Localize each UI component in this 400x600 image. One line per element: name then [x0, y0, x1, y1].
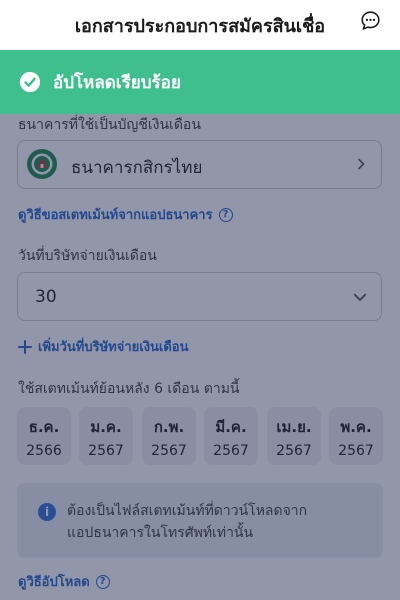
kbank-logo [27, 149, 57, 179]
month-name: พ.ค. [340, 418, 372, 436]
bank-select[interactable]: ธนาคารกสิกรไทย [17, 140, 382, 189]
info-line-1: ต้องเป็นไฟล์สเตทเม้นท์ที่ดาวน์โหลดจาก [67, 503, 308, 519]
month-chip: ม.ค. 2567 [79, 407, 133, 465]
plus-icon [18, 339, 32, 354]
info-line-2: แอปธนาคารในโทรศัพท์เท่านั้น [67, 525, 254, 541]
upload-howto-link[interactable]: ดูวิธีอัปโหลด ? [18, 571, 110, 592]
success-toast: อัปโหลดเรียบร้อย [0, 50, 400, 114]
month-name: ม.ค. [90, 418, 122, 436]
payday-select[interactable]: 30 [17, 272, 382, 321]
month-year: 2567 [151, 443, 187, 459]
month-chip: เม.ย. 2567 [267, 407, 321, 465]
bank-label: ธนาคารที่ใช้เป็นบัญชีเงินเดือน [18, 117, 201, 133]
statement-label: ใช้สเตทเม้นท์ย้อนหลัง 6 เดือน ตามนี้ [18, 381, 240, 397]
payday-value: 30 [35, 287, 57, 307]
statement-months: ธ.ค. 2566 ม.ค. 2567 ก.พ. 2567 มี.ค. 2567… [17, 407, 383, 465]
info-box: i ต้องเป็นไฟล์สเตทเม้นท์ที่ดาวน์โหลดจาก … [17, 483, 383, 558]
chevron-right-icon [358, 158, 365, 170]
chevron-down-icon [353, 293, 367, 301]
month-year: 2567 [276, 443, 312, 459]
month-year: 2567 [213, 443, 249, 459]
month-chip: มี.ค. 2567 [204, 407, 258, 465]
upload-howto-text: ดูวิธีอัปโหลด [18, 575, 90, 590]
page-title: เอกสารประกอบการสมัครสินเชื่อ [74, 16, 326, 37]
add-payday-text: เพิ่มวันที่บริษัทจ่ายเงินเดือน [38, 340, 189, 355]
month-chip: ธ.ค. 2566 [17, 407, 71, 465]
month-year: 2567 [88, 443, 124, 459]
month-chip: พ.ค. 2567 [329, 407, 383, 465]
month-name: ธ.ค. [28, 418, 60, 436]
help-icon: ? [95, 574, 110, 589]
bank-statement-howto-link[interactable]: ดูวิธีขอสเตทเม้นท์จากแอปธนาคาร ? [18, 204, 233, 225]
help-icon: ? [218, 207, 233, 222]
toast-message: อัปโหลดเรียบร้อย [53, 72, 181, 93]
info-text: ต้องเป็นไฟล์สเตทเม้นท์ที่ดาวน์โหลดจาก แอ… [67, 500, 367, 544]
chat-bubble-icon[interactable] [360, 10, 381, 31]
month-chip: ก.พ. 2567 [142, 407, 196, 465]
bank-statement-howto-text: ดูวิธีขอสเตทเม้นท์จากแอปธนาคาร [18, 208, 213, 223]
info-icon: i [38, 503, 56, 521]
month-year: 2567 [338, 443, 374, 459]
bank-name: ธนาคารกสิกรไทย [71, 158, 203, 178]
payday-label: วันที่บริษัทจ่ายเงินเดือน [18, 248, 157, 264]
app-header: เอกสารประกอบการสมัครสินเชื่อ [0, 0, 400, 50]
month-name: ก.พ. [153, 418, 185, 436]
month-name: เม.ย. [276, 418, 312, 436]
check-circle-icon [19, 71, 41, 93]
month-name: มี.ค. [215, 418, 247, 436]
add-payday-link[interactable]: เพิ่มวันที่บริษัทจ่ายเงินเดือน [18, 336, 189, 357]
month-year: 2566 [26, 443, 62, 459]
